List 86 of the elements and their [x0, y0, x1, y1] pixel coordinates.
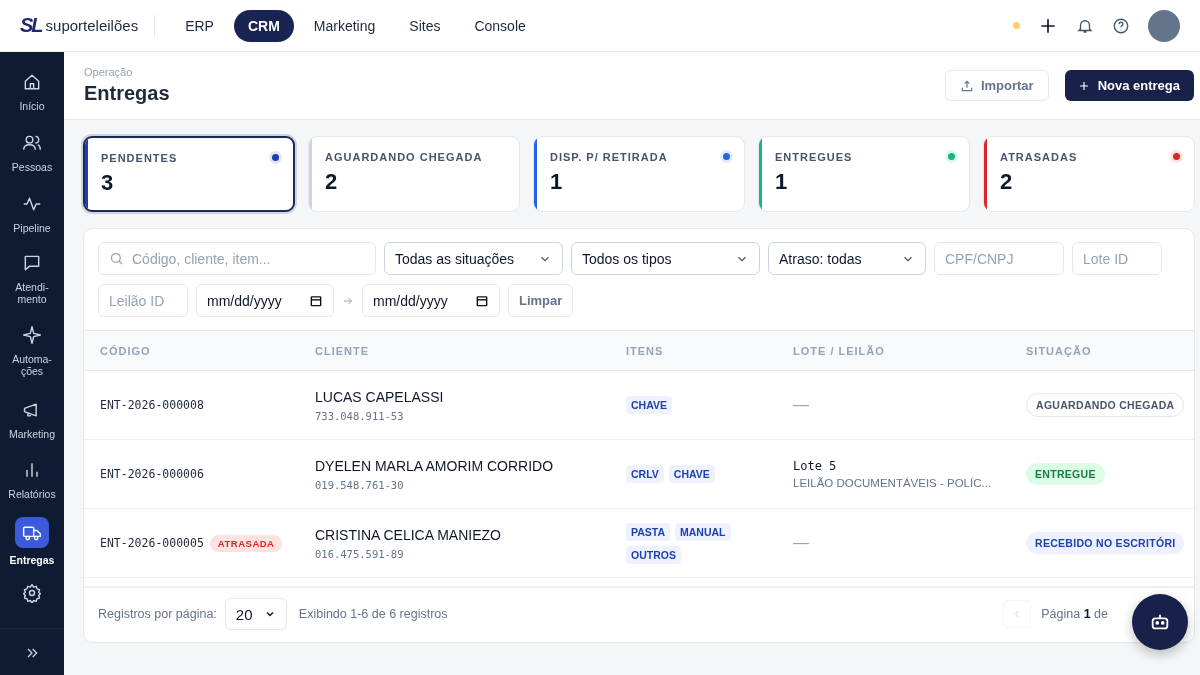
settings-icon	[22, 583, 42, 604]
nav-tab[interactable]: ERP	[171, 9, 228, 42]
stat-value: 2	[325, 169, 339, 195]
new-delivery-button[interactable]: Nova entrega	[1064, 70, 1194, 101]
delay-select[interactable]: Atraso: todas	[768, 242, 926, 275]
stat-label: ENTREGUES	[775, 151, 854, 163]
nav-tab[interactable]: Marketing	[299, 9, 390, 42]
calendar-icon	[475, 293, 489, 308]
client-document: 019.548.761-30	[315, 478, 405, 491]
stat-card[interactable]: DISP. P/ RETIRADA 1	[533, 136, 745, 212]
avatar[interactable]	[1148, 9, 1180, 42]
column-header: CLIENTE	[315, 344, 370, 357]
sidebar-item[interactable]: Pessoas	[0, 116, 64, 178]
stat-card[interactable]: AGUARDANDO CHEGADA 2	[308, 136, 520, 212]
logo-mark: SL	[20, 14, 42, 37]
item-tag: OUTROS	[626, 545, 681, 564]
late-badge: ATRASADA	[209, 534, 283, 552]
stat-label: DISP. P/ RETIRADA	[550, 151, 669, 163]
stat-value: 1	[775, 169, 789, 195]
sidebar-item[interactable]: Marketing	[0, 383, 64, 445]
auction-id-field[interactable]: Leilão ID	[98, 284, 188, 317]
delivery-code: ENT-2026-000006	[100, 467, 204, 481]
sidebar-item[interactable]: Pipeline	[0, 177, 64, 239]
brand-name: suporteleilões	[45, 17, 139, 34]
item-tag: CHAVE	[668, 465, 715, 483]
column-header: ITENS	[626, 344, 664, 357]
date-from-field[interactable]: mm/dd/yyyy	[196, 284, 334, 317]
item-tag: PASTA	[626, 522, 671, 541]
empty-value: —	[793, 534, 809, 551]
help-icon[interactable]	[1112, 16, 1130, 35]
sidebar-item[interactable]: Automa- ções	[0, 311, 64, 384]
upload-icon	[959, 78, 974, 93]
item-tag: CHAVE	[626, 396, 672, 414]
sidebar-item[interactable]: Entregas	[0, 505, 64, 568]
stat-label: ATRASADAS	[1000, 151, 1079, 163]
client-name: CRISTINA CELICA MANIEZO	[315, 526, 502, 543]
breadcrumb: Operação	[84, 66, 134, 78]
status-select[interactable]: Todas as situações	[384, 242, 563, 275]
search-field[interactable]: Código, cliente, item...	[98, 242, 376, 275]
column-header: LOTE / LEILÃO	[793, 344, 885, 357]
nav-tab[interactable]: Sites	[395, 9, 455, 42]
lot-number: Lote 5	[793, 459, 838, 473]
per-page-select[interactable]: 20	[224, 598, 287, 630]
client-name: LUCAS CAPELASSI	[315, 388, 445, 405]
sidebar-item[interactable]: Atendi- mento	[0, 238, 64, 312]
item-tag: CRLV	[626, 465, 664, 483]
stat-card[interactable]: ATRASADAS 2	[983, 136, 1195, 212]
per-page-label: Registros por página:	[98, 607, 217, 621]
delivery-code: ENT-2026-000008	[100, 398, 204, 412]
sparkle-icon	[22, 325, 42, 346]
home-icon	[22, 72, 42, 92]
client-document: 733.048.911-53	[315, 409, 405, 422]
lot-id-field[interactable]: Lote ID	[1072, 242, 1162, 275]
cpf-field[interactable]: CPF/CNPJ	[934, 242, 1064, 275]
delivery-code: ENT-2026-000005	[100, 536, 204, 550]
stat-card[interactable]: ENTREGUES 1	[758, 136, 970, 212]
calendar-icon	[309, 293, 323, 308]
empty-value: —	[793, 396, 809, 413]
stat-value: 2	[1000, 169, 1014, 195]
auction-name: LEILÃO DOCUMENTÁVEIS - POLÍC...	[793, 477, 993, 489]
type-select[interactable]: Todos os tipos	[571, 242, 760, 275]
stat-label: PENDENTES	[101, 152, 179, 164]
column-header: CÓDIGO	[100, 344, 151, 357]
sidebar-item[interactable]: Relatórios	[0, 444, 64, 506]
status-badge: AGUARDANDO CHEGADA	[1026, 393, 1185, 417]
nav-tab[interactable]: CRM	[233, 9, 294, 42]
page-indicator: Página 1 de	[1041, 607, 1108, 621]
status-dot	[1013, 22, 1020, 29]
client-name: DYELEN MARLA AMORIM CORRIDO	[315, 457, 555, 474]
status-badge: ENTREGUE	[1026, 463, 1105, 485]
column-header: SITUAÇÃO	[1026, 344, 1092, 357]
stat-value: 3	[101, 170, 115, 196]
clear-button[interactable]: Limpar	[508, 284, 574, 317]
date-to-field[interactable]: mm/dd/yyyy	[362, 284, 500, 317]
item-tag: MANUAL	[675, 522, 731, 541]
stat-value: 1	[550, 169, 564, 195]
records-summary: Exibindo 1-6 de 6 registros	[298, 607, 448, 621]
stat-card[interactable]: PENDENTES 3	[83, 136, 295, 212]
search-icon	[109, 251, 124, 266]
nav-tab[interactable]: Console	[460, 9, 540, 42]
client-document: 016.475.591-89	[315, 547, 405, 560]
status-badge: RECEBIDO NO ESCRITÓRI	[1026, 532, 1185, 554]
import-button[interactable]: Importar	[944, 70, 1049, 101]
sidebar-item[interactable]: Início	[0, 56, 64, 117]
page-title: Entregas	[84, 82, 170, 105]
stat-label: AGUARDANDO CHEGADA	[325, 151, 484, 163]
